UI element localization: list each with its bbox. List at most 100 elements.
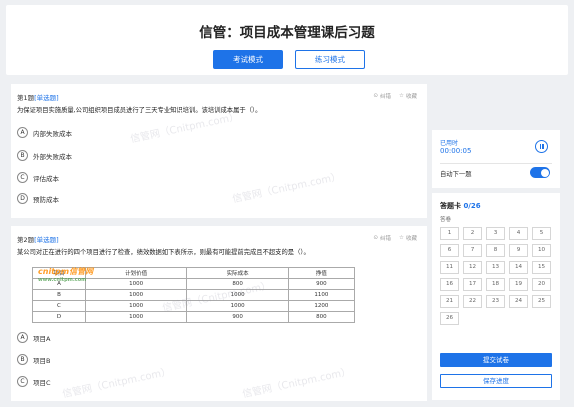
table-cell: 1000 <box>84 289 188 301</box>
answer-cell[interactable]: 6 <box>440 244 459 257</box>
answer-cell[interactable]: 25 <box>532 295 551 308</box>
answer-cell[interactable]: 17 <box>463 278 482 291</box>
option-c[interactable]: C 评估成本 <box>17 172 59 183</box>
table-cell: 1100 <box>287 289 356 301</box>
option-a[interactable]: A 项目A <box>17 332 50 343</box>
favorite-label: 收藏 <box>405 236 417 242</box>
option-b[interactable]: B 项目B <box>17 354 50 365</box>
table-cell: 1000 <box>84 311 188 323</box>
question-number: 第1题 <box>17 94 35 102</box>
question-tools: ⊙ 纠错 ☆ 收藏 <box>373 234 417 242</box>
option-text: 项目B <box>33 356 51 365</box>
favorite-label: 收藏 <box>405 94 417 100</box>
timer-panel: 已用时 00:00:05 自动下一题 <box>432 130 560 188</box>
auto-next-toggle[interactable] <box>530 167 550 178</box>
submit-exam-button[interactable]: 提交试卷 <box>440 353 552 367</box>
answer-sheet-title-text: 答题卡 <box>440 202 461 210</box>
table-row: C 1000 1000 1200 <box>32 300 356 312</box>
auto-next-label: 自动下一题 <box>440 171 472 178</box>
option-letter: C <box>17 376 28 387</box>
answer-cell[interactable]: 20 <box>532 278 551 291</box>
favorite-button[interactable]: ☆ 收藏 <box>399 92 417 100</box>
answer-sheet-title: 答题卡 0/26 <box>440 201 481 211</box>
option-text: 评估成本 <box>33 174 59 183</box>
option-text: 项目A <box>33 334 51 343</box>
table-header: 计划价值 <box>84 267 188 279</box>
answer-cell[interactable]: 4 <box>509 227 528 240</box>
logo-main: cnitpm信管网 <box>38 267 94 276</box>
option-letter: B <box>17 150 28 161</box>
timer-value: 00:00:05 <box>440 147 472 155</box>
table-cell: 1200 <box>287 300 356 312</box>
answer-cell[interactable]: 21 <box>440 295 459 308</box>
favorite-button[interactable]: ☆ 收藏 <box>399 234 417 242</box>
correct-icon: ⊙ <box>373 93 379 99</box>
answer-sheet-panel: 答题卡 0/26 答卷 1 2 3 4 5 6 7 8 9 10 11 12 13 14 15 16 17 18 1… <box>432 193 560 400</box>
correct-button[interactable]: ⊙ 纠错 <box>373 234 391 242</box>
answer-cell[interactable]: 13 <box>486 261 505 274</box>
watermark: 信管网（Cnitpm.com） <box>241 366 353 401</box>
table-row: B 1000 1000 1100 <box>32 289 356 301</box>
site-logo-watermark: cnitpm信管网 www.cnitpm.com <box>38 266 93 283</box>
table-cell: B <box>32 289 86 301</box>
watermark: 信管网（Cnitpm.com） <box>231 171 343 206</box>
answer-cell[interactable]: 7 <box>463 244 482 257</box>
question-header: 第2题[单选题] <box>17 234 59 244</box>
table-cell: 900 <box>287 278 356 290</box>
option-text: 外部失败成本 <box>33 152 72 161</box>
practice-mode-button[interactable]: 练习模式 <box>295 50 365 69</box>
answer-cell[interactable]: 8 <box>486 244 505 257</box>
option-text: 预防成本 <box>33 195 59 204</box>
answer-cell[interactable]: 23 <box>486 295 505 308</box>
option-b[interactable]: B 外部失败成本 <box>17 150 72 161</box>
answer-cell[interactable]: 10 <box>532 244 551 257</box>
option-c[interactable]: C 项目C <box>17 376 51 387</box>
option-text: 内部失败成本 <box>33 129 72 138</box>
option-a[interactable]: A 内部失败成本 <box>17 127 72 138</box>
question-tools: ⊙ 纠错 ☆ 收藏 <box>373 92 417 100</box>
option-letter: A <box>17 332 28 343</box>
table-cell: 800 <box>186 278 289 290</box>
answer-cell[interactable]: 14 <box>509 261 528 274</box>
answer-cell[interactable]: 15 <box>532 261 551 274</box>
table-cell: 1000 <box>186 289 289 301</box>
table-cell: 1000 <box>84 278 188 290</box>
correct-icon: ⊙ <box>373 235 379 241</box>
answer-cell[interactable]: 22 <box>463 295 482 308</box>
answer-cell[interactable]: 12 <box>463 261 482 274</box>
answer-grid: 1 2 3 4 5 6 7 8 9 10 11 12 13 14 15 16 17 18 19 20 21 22 23 24 2… <box>440 227 552 325</box>
option-letter: D <box>17 193 28 204</box>
answer-cell[interactable]: 1 <box>440 227 459 240</box>
question-text: 为保证项目实施质量,公司组织项目成员进行了三天专业知识培训。该培训成本属于（）。 <box>17 107 262 114</box>
answer-cell[interactable]: 9 <box>509 244 528 257</box>
option-d[interactable]: D 预防成本 <box>17 193 59 204</box>
star-icon: ☆ <box>399 93 404 99</box>
table-header: 实际成本 <box>186 267 289 279</box>
save-progress-button[interactable]: 保存进度 <box>440 374 552 388</box>
exam-mode-button[interactable]: 考试模式 <box>213 50 283 69</box>
answer-cell[interactable]: 19 <box>509 278 528 291</box>
timer-label: 已用时 <box>440 140 459 147</box>
answer-cell[interactable]: 24 <box>509 295 528 308</box>
option-letter: B <box>17 354 28 365</box>
watermark: 信管网（Cnitpm.com） <box>61 366 173 401</box>
answer-cell[interactable]: 3 <box>486 227 505 240</box>
question-type: [单选题] <box>34 236 59 244</box>
question-text: 某公司对正在进行的四个项目进行了检查，绩效数据如下表所示，则最有可能提前完成且不… <box>17 249 310 256</box>
question-card-1: 第1题[单选题] ⊙ 纠错 ☆ 收藏 为保证项目实施质量,公司组织项目成员进行了三天… <box>11 84 427 218</box>
pause-icon[interactable] <box>535 140 548 153</box>
answer-cell[interactable]: 11 <box>440 261 459 274</box>
answer-cell[interactable]: 18 <box>486 278 505 291</box>
question-type: [单选题] <box>34 94 59 102</box>
answer-cell[interactable]: 2 <box>463 227 482 240</box>
divider <box>440 163 552 164</box>
answer-cell[interactable]: 26 <box>440 312 459 325</box>
correct-button[interactable]: ⊙ 纠错 <box>373 92 391 100</box>
table-cell: D <box>32 311 86 323</box>
option-text: 项目C <box>33 378 51 387</box>
correct-label: 纠错 <box>380 94 392 100</box>
question-number: 第2题 <box>17 236 35 244</box>
table-cell: 800 <box>287 311 356 323</box>
answer-cell[interactable]: 16 <box>440 278 459 291</box>
answer-cell[interactable]: 5 <box>532 227 551 240</box>
